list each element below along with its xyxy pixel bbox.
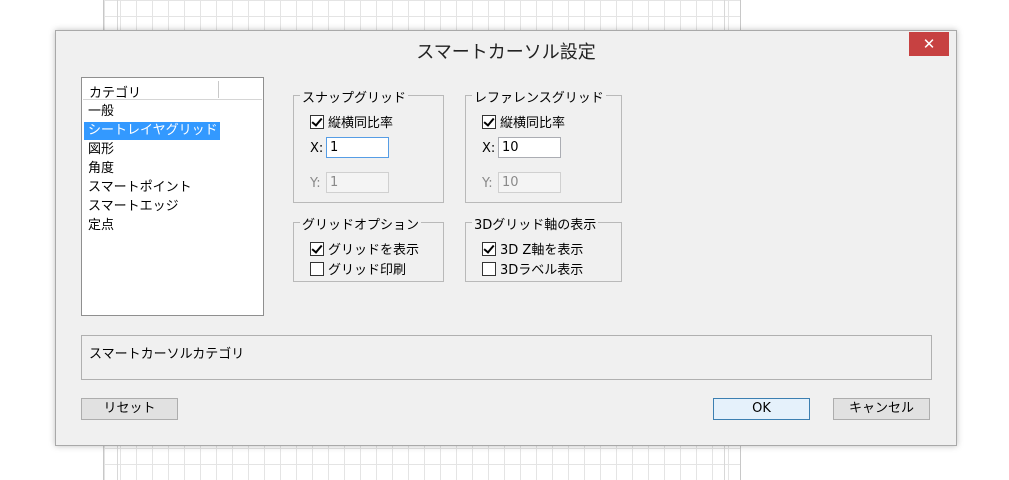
- show-grid-label: グリッドを表示: [328, 243, 420, 258]
- category-item-smart-edge[interactable]: スマートエッジ: [84, 198, 183, 216]
- reference-grid-title: レファレンスグリッド: [472, 87, 606, 106]
- show-z-axis-label: 3D Z軸を表示: [500, 243, 584, 258]
- print-grid-checkbox[interactable]: [310, 261, 324, 276]
- category-column-header: カテゴリ: [89, 86, 142, 101]
- title-bar[interactable]: スマートカーソル設定 ✕: [56, 31, 956, 65]
- show-3d-label-row[interactable]: 3Dラベル表示: [482, 259, 583, 278]
- description-box: スマートカーソルカテゴリ: [81, 335, 932, 380]
- show-grid-row[interactable]: グリッドを表示: [310, 239, 419, 258]
- category-item-sheet-layer-grid[interactable]: シートレイヤグリッド: [84, 122, 220, 140]
- category-item-general[interactable]: 一般: [84, 103, 118, 121]
- snap-x-input[interactable]: 1: [326, 137, 389, 158]
- close-button[interactable]: ✕: [909, 32, 949, 56]
- snap-y-input[interactable]: 1: [326, 172, 389, 193]
- reference-x-label: X:: [482, 141, 496, 156]
- category-item-angle[interactable]: 角度: [84, 160, 118, 178]
- snap-y-label: Y:: [310, 176, 321, 191]
- category-item-shape[interactable]: 図形: [84, 141, 118, 159]
- close-icon: ✕: [922, 35, 936, 53]
- show-3d-label-label: 3Dラベル表示: [500, 263, 584, 278]
- reference-y-input[interactable]: 10: [498, 172, 561, 193]
- snap-grid-title: スナップグリッド: [300, 87, 409, 106]
- snap-aspect-label: 縦横同比率: [328, 116, 394, 131]
- reference-aspect-label: 縦横同比率: [500, 116, 566, 131]
- grid-options-title: グリッドオプション: [300, 214, 422, 233]
- show-z-axis-row[interactable]: 3D Z軸を表示: [482, 239, 583, 258]
- reset-button[interactable]: リセット: [81, 398, 178, 420]
- category-list[interactable]: カテゴリ 一般 シートレイヤグリッド 図形 角度 スマートポイント スマートエッ…: [81, 77, 264, 316]
- cancel-button[interactable]: キャンセル: [833, 398, 930, 420]
- show-grid-checkbox[interactable]: [310, 241, 324, 256]
- print-grid-label: グリッド印刷: [328, 263, 407, 278]
- snap-grid-group: スナップグリッド 縦横同比率 X: 1 Y: 1: [293, 87, 444, 203]
- reference-y-label: Y:: [482, 176, 493, 191]
- category-list-header[interactable]: カテゴリ: [83, 79, 262, 101]
- reference-aspect-checkbox[interactable]: [482, 114, 496, 129]
- category-item-fixed-point[interactable]: 定点: [84, 217, 118, 235]
- reference-x-input[interactable]: 10: [498, 137, 561, 158]
- reference-grid-group: レファレンスグリッド 縦横同比率 X: 10 Y: 10: [465, 87, 622, 203]
- column-divider[interactable]: [218, 81, 219, 98]
- reference-aspect-row[interactable]: 縦横同比率: [482, 112, 565, 131]
- snap-x-label: X:: [310, 141, 324, 156]
- grid-3d-axis-title: 3Dグリッド軸の表示: [472, 214, 599, 233]
- show-z-axis-checkbox[interactable]: [482, 241, 496, 256]
- smart-cursor-settings-dialog: スマートカーソル設定 ✕ カテゴリ 一般 シートレイヤグリッド 図形 角度 スマ…: [55, 30, 957, 446]
- ok-button[interactable]: OK: [713, 398, 810, 420]
- snap-aspect-checkbox[interactable]: [310, 114, 324, 129]
- description-text: スマートカーソルカテゴリ: [89, 347, 245, 362]
- grid-3d-axis-group: 3Dグリッド軸の表示 3D Z軸を表示 3Dラベル表示: [465, 214, 622, 282]
- snap-aspect-row[interactable]: 縦横同比率: [310, 112, 393, 131]
- show-3d-label-checkbox[interactable]: [482, 261, 496, 276]
- grid-options-group: グリッドオプション グリッドを表示 グリッド印刷: [293, 214, 444, 282]
- category-item-smart-point[interactable]: スマートポイント: [84, 179, 196, 197]
- dialog-title: スマートカーソル設定: [416, 42, 596, 63]
- print-grid-row[interactable]: グリッド印刷: [310, 259, 406, 278]
